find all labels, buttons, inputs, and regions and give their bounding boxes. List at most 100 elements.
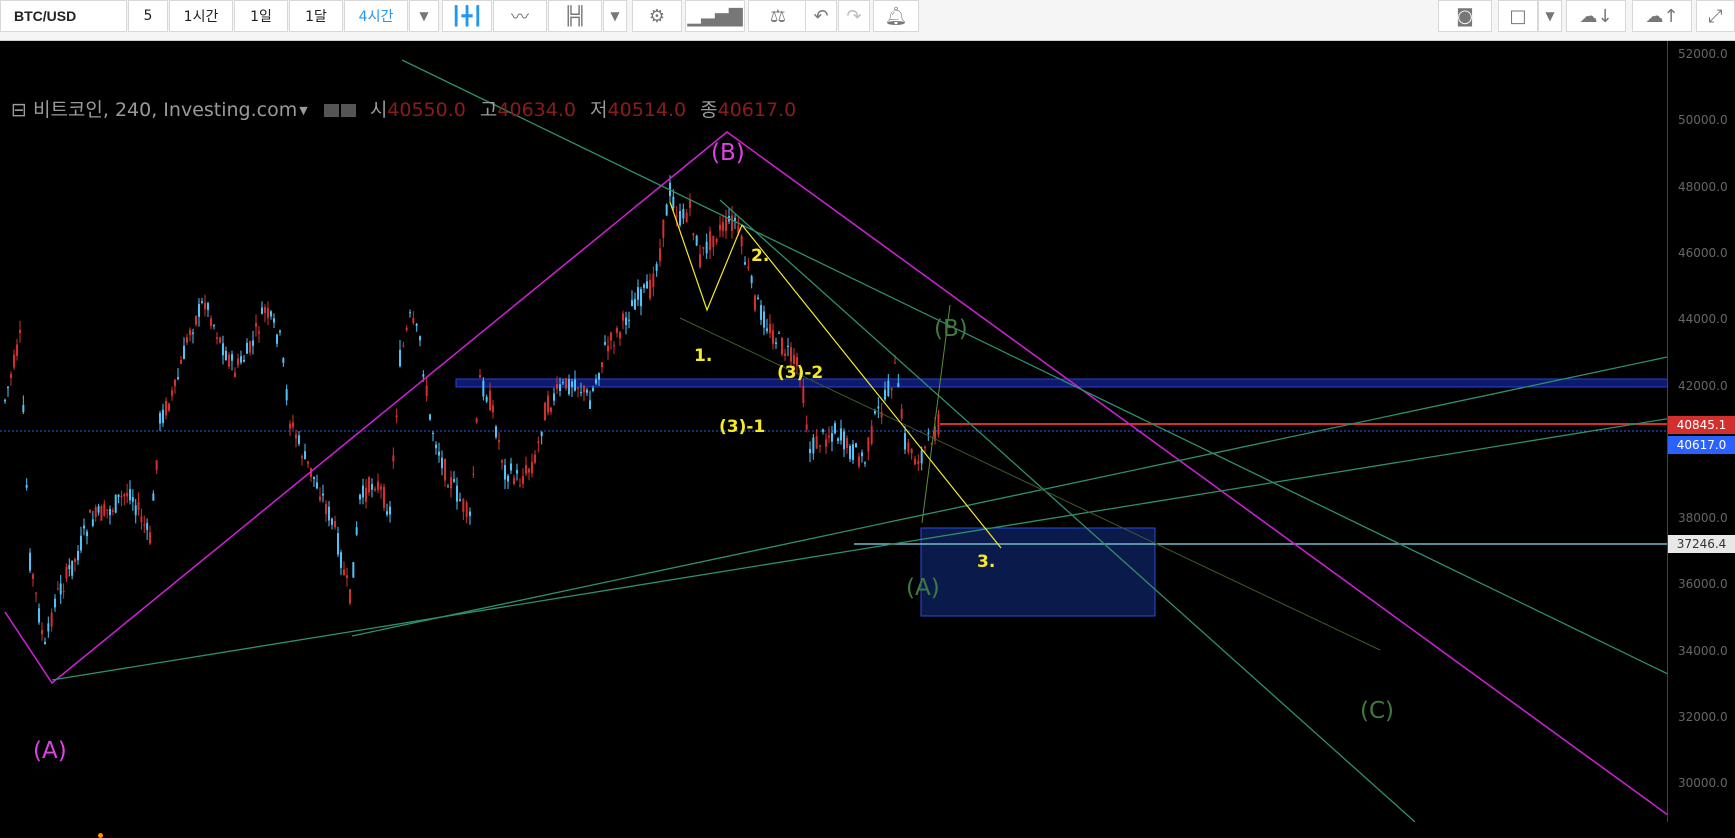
wave-label-green-b[interactable]: (B) bbox=[934, 316, 968, 342]
candle-body bbox=[574, 379, 576, 391]
candle-body bbox=[577, 387, 579, 389]
candle-body bbox=[307, 461, 309, 464]
interval-4h-button[interactable]: 4시간 bbox=[344, 0, 408, 32]
area-chart-button[interactable]: 〰 bbox=[493, 0, 547, 32]
candle-body bbox=[459, 499, 461, 501]
layout-button[interactable]: □ bbox=[1498, 0, 1538, 32]
candle-body bbox=[937, 414, 940, 435]
screenshot-button[interactable]: ◙ bbox=[1438, 0, 1492, 32]
settings-button[interactable]: ⚙ bbox=[632, 0, 682, 32]
interval-1h-button[interactable]: 1시간 bbox=[169, 0, 233, 32]
candle-body bbox=[123, 493, 126, 497]
collapse-icon[interactable]: ⊟ bbox=[11, 99, 27, 121]
candle-body bbox=[405, 327, 408, 331]
candle-body bbox=[695, 235, 698, 246]
candle-body bbox=[890, 387, 893, 391]
candle-body bbox=[725, 217, 727, 232]
redo-icon: ↷ bbox=[846, 5, 862, 27]
eye-icon[interactable] bbox=[323, 104, 339, 117]
chart-type-dropdown-button[interactable]: ▼ bbox=[603, 0, 627, 32]
candle-body bbox=[16, 344, 18, 356]
candle-body bbox=[149, 532, 151, 544]
compare-button[interactable]: ⚖ bbox=[748, 0, 808, 32]
fullscreen-button[interactable]: ⤢ bbox=[1696, 0, 1735, 32]
settings-small-icon[interactable] bbox=[340, 104, 356, 117]
area-chart-icon: 〰 bbox=[511, 7, 529, 28]
candle-body bbox=[884, 389, 886, 400]
wave-label-3-1[interactable]: (3)-1 bbox=[719, 417, 765, 437]
candle-body bbox=[453, 479, 455, 482]
compare-scale-icon: ⚖ bbox=[769, 5, 787, 27]
wave-label-2[interactable]: 2. bbox=[751, 246, 769, 266]
wave-label-green-c[interactable]: (C) bbox=[1360, 698, 1394, 724]
candle-body bbox=[383, 487, 385, 508]
price-tick: 50000.0 bbox=[1678, 113, 1728, 127]
open-value: 40550.0 bbox=[387, 99, 466, 121]
candle-body bbox=[920, 450, 923, 464]
bar-chart-button[interactable]: ╠╣ bbox=[548, 0, 602, 32]
load-chart-button[interactable]: ☁↓ bbox=[1566, 0, 1626, 32]
interval-1d-button[interactable]: 1일 bbox=[234, 0, 288, 32]
price-chart-area[interactable]: ⊟ 비트코인, 240, Investing.com ▼ 시40550.0 고40… bbox=[0, 41, 1735, 838]
candle-body bbox=[71, 560, 74, 576]
candle-body bbox=[111, 510, 114, 512]
high-value: 40634.0 bbox=[497, 99, 576, 121]
alert-button[interactable]: 🔔︎ bbox=[873, 0, 919, 32]
price-tick: 44000.0 bbox=[1678, 312, 1728, 326]
interval-1m-button[interactable]: 1달 bbox=[289, 0, 343, 32]
candle-body bbox=[772, 330, 774, 344]
undo-button[interactable]: ↶ bbox=[805, 0, 837, 32]
candle-body bbox=[331, 518, 333, 525]
save-chart-button[interactable]: ☁↑ bbox=[1632, 0, 1692, 32]
price-tick: 48000.0 bbox=[1678, 180, 1728, 194]
candle-body bbox=[598, 373, 600, 380]
high-label: 고 bbox=[479, 99, 498, 121]
cloud-upload-icon: ☁↑ bbox=[1645, 5, 1679, 27]
interval-label: 4시간 bbox=[358, 9, 394, 25]
layout-dropdown-button[interactable]: ▼ bbox=[1538, 0, 1562, 32]
candle-body bbox=[126, 492, 129, 497]
candle-body bbox=[637, 287, 639, 300]
candle-body bbox=[412, 317, 415, 324]
wave-label-3[interactable]: 3. bbox=[977, 552, 995, 572]
candle-body bbox=[267, 308, 269, 319]
candle-body bbox=[183, 345, 185, 360]
candle-body bbox=[279, 330, 281, 333]
candle-body bbox=[68, 565, 71, 570]
candle-body bbox=[441, 457, 443, 469]
interval-5-button[interactable]: 5 bbox=[128, 0, 168, 32]
candle-body bbox=[613, 345, 615, 347]
candle-body bbox=[392, 455, 395, 462]
interval-dropdown-button[interactable]: ▼ bbox=[409, 0, 439, 32]
price-tick: 34000.0 bbox=[1678, 644, 1728, 658]
candle-body bbox=[592, 388, 594, 391]
chart-canvas[interactable] bbox=[0, 41, 1735, 822]
candle-body bbox=[894, 362, 896, 364]
candlestick-button[interactable]: ┃╋┃ bbox=[442, 0, 492, 32]
candle-body bbox=[143, 524, 146, 526]
candle-body bbox=[465, 502, 468, 518]
candle-body bbox=[313, 476, 315, 480]
candle-body bbox=[316, 482, 318, 489]
indicators-button[interactable]: ▁▃▅▇ bbox=[685, 0, 745, 32]
redo-button[interactable]: ↷ bbox=[838, 0, 870, 32]
candle-body bbox=[222, 343, 224, 356]
wave-label-green-a[interactable]: (A) bbox=[906, 575, 940, 601]
dropdown-arrow-icon: ▼ bbox=[610, 9, 620, 23]
symbol-field[interactable]: BTC/USD bbox=[0, 0, 127, 32]
candle-body bbox=[456, 485, 458, 502]
interval-label: 1달 bbox=[305, 9, 327, 25]
wave-label-1[interactable]: 1. bbox=[694, 346, 712, 366]
wave-label-3-2[interactable]: (3)-2 bbox=[777, 363, 823, 383]
candle-body bbox=[120, 495, 123, 498]
candle-body bbox=[162, 409, 164, 423]
candle-body bbox=[94, 507, 97, 518]
wave-label-pink-a[interactable]: (A) bbox=[33, 738, 67, 764]
dropdown-arrow-icon[interactable]: ▼ bbox=[299, 104, 307, 117]
dropdown-arrow-icon: ▼ bbox=[419, 9, 429, 23]
legend-title[interactable]: 비트코인, 240, Investing.com bbox=[33, 99, 297, 121]
wave-label-pink-b[interactable]: (B) bbox=[711, 140, 745, 166]
candle-body bbox=[117, 494, 120, 498]
candle-body bbox=[790, 347, 792, 362]
candle-body bbox=[501, 460, 503, 463]
